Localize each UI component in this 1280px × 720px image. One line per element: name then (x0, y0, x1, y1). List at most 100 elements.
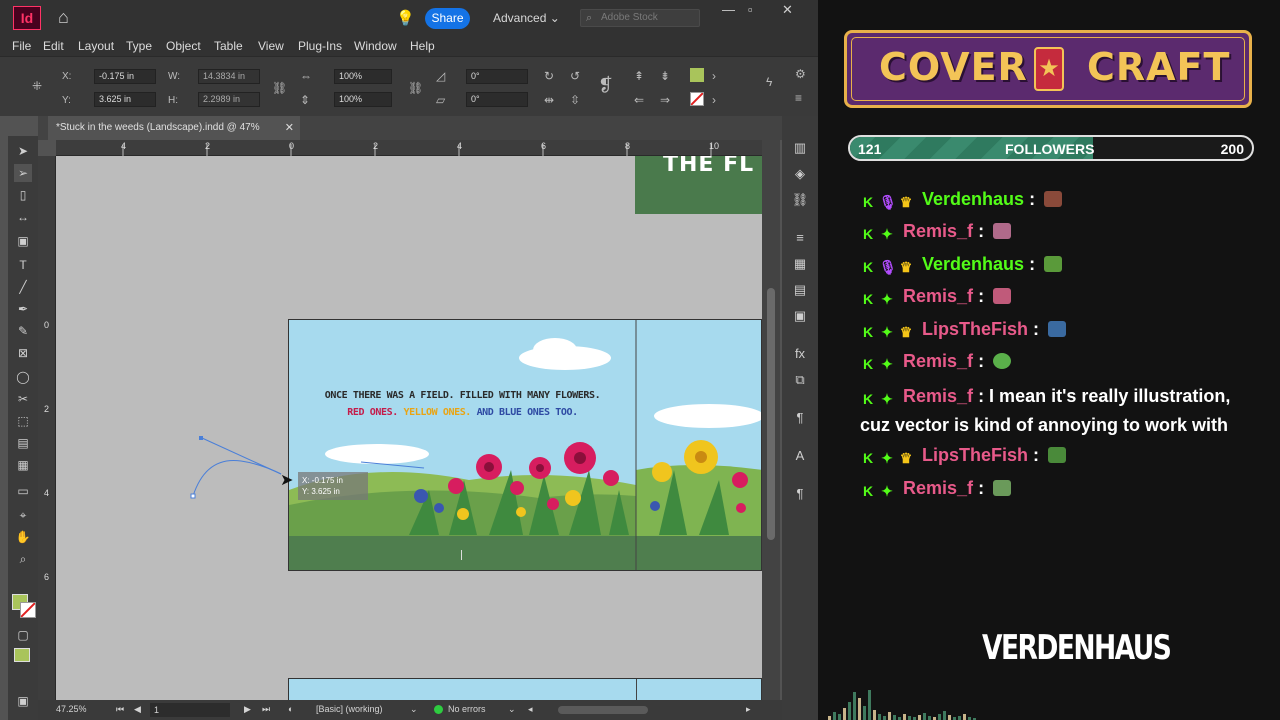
last-page-icon[interactable]: ⏭ (262, 704, 270, 715)
preflight-profile[interactable]: [Basic] (working) (316, 704, 383, 714)
y-field[interactable]: 3.625 in (94, 92, 156, 107)
gradient-swatch-tool-icon[interactable]: ▤ (14, 434, 32, 452)
screen-mode-icon[interactable]: ▣ (14, 692, 32, 710)
story-line-1[interactable]: ONCE THERE WAS A FIELD. FILLED WITH MANY… (289, 390, 636, 401)
flip-horizontal-icon[interactable]: ⇹ (544, 93, 554, 107)
shear-field[interactable]: 0° (466, 92, 528, 107)
select-previous-icon[interactable]: ⇐ (634, 93, 644, 107)
chevron-down-icon-2[interactable]: ⌄ (508, 704, 516, 715)
h-field[interactable]: 2.2989 in (198, 92, 260, 107)
scroll-right-icon[interactable]: ▸ (746, 704, 751, 715)
close-button[interactable]: ✕ (782, 2, 793, 18)
previous-spread[interactable]: THE FL (635, 156, 762, 214)
reference-point-icon[interactable]: ⁜ (32, 79, 42, 93)
document-tab[interactable]: *Stuck in the weeds (Landscape).indd @ 4… (48, 116, 300, 140)
cc-libraries-icon[interactable]: ▣ (789, 306, 811, 326)
menu-table[interactable]: Table (214, 39, 243, 53)
paragraph-panel-icon[interactable]: ¶ (789, 484, 811, 504)
minimize-button[interactable]: — (722, 2, 735, 17)
menu-object[interactable]: Object (166, 39, 201, 53)
constrain-proportions-icon[interactable]: ⛓ (272, 81, 287, 95)
rotate-ccw-icon[interactable]: ↺ (570, 69, 580, 83)
story-line-2[interactable]: RED ONES. YELLOW ONES. AND BLUE ONES TOO… (289, 407, 636, 418)
menu-window[interactable]: Window (354, 39, 397, 53)
share-button[interactable]: Share (425, 8, 470, 29)
scale-y-field[interactable]: 100% (334, 92, 392, 107)
select-content-icon[interactable]: ⇟ (660, 69, 670, 83)
prev-page-icon[interactable]: ◀ (134, 704, 141, 715)
lightbulb-icon[interactable]: 💡 (396, 9, 415, 27)
preflight-icon[interactable]: ◐ (288, 704, 293, 714)
zoom-tool-icon[interactable]: ⌕ (14, 550, 32, 568)
adobe-stock-search[interactable]: ⌕ Adobe Stock (580, 9, 700, 27)
line-tool-icon[interactable]: ╱ (14, 278, 32, 296)
workspace-switcher[interactable]: Advanced ⌄ (493, 11, 560, 25)
content-collector-icon[interactable]: ▣ (14, 232, 32, 250)
menu-plugins[interactable]: Plug-Ins (298, 39, 342, 53)
paragraph-styles-icon[interactable]: ¶ (789, 408, 811, 428)
stroke-color-swatch[interactable] (20, 602, 36, 618)
object-styles-icon[interactable]: ⧉ (789, 370, 811, 390)
select-container-icon[interactable]: ⇞ (634, 69, 644, 83)
fill-swatch[interactable] (690, 68, 704, 82)
pages-panel-icon[interactable]: ▥ (789, 138, 811, 158)
chevron-right-icon[interactable]: › (712, 69, 716, 83)
constrain-scale-icon[interactable]: ⛓ (408, 81, 423, 95)
page-tool-icon[interactable]: ▯ (14, 186, 32, 204)
rotate-field[interactable]: 0° (466, 69, 528, 84)
type-tool-icon[interactable]: T (14, 256, 32, 274)
maximize-button[interactable]: ▫ (748, 2, 753, 17)
menu-edit[interactable]: Edit (43, 39, 64, 53)
stroke-swatch[interactable] (690, 92, 704, 106)
scroll-left-icon[interactable]: ◂ (528, 704, 533, 715)
lightning-icon[interactable]: ϟ (766, 75, 772, 89)
menu-type[interactable]: Type (126, 39, 152, 53)
scale-x-field[interactable]: 100% (334, 69, 392, 84)
gradient-feather-tool-icon[interactable]: ▦ (14, 456, 32, 474)
direct-selection-tool-icon[interactable]: ➢ (14, 164, 32, 182)
scissors-tool-icon[interactable]: ✂ (14, 390, 32, 408)
hand-tool-icon[interactable]: ✋ (14, 528, 32, 546)
rotate-cw-icon[interactable]: ↻ (544, 69, 554, 83)
formatting-affects-container-icon[interactable]: ▢ (14, 626, 32, 644)
note-tool-icon[interactable]: ▭ (14, 482, 32, 500)
first-page-icon[interactable]: ⏮ (116, 704, 124, 715)
next-page-icon[interactable]: ▶ (244, 704, 251, 715)
selection-tool-icon[interactable]: ➤ (14, 142, 32, 160)
gear-icon[interactable]: ⚙ (795, 67, 806, 81)
stroke-panel-icon[interactable]: ≡ (789, 228, 811, 248)
zoom-level[interactable]: 47.25% (56, 704, 87, 714)
menu-help[interactable]: Help (410, 39, 435, 53)
pen-tool-icon[interactable]: ✒ (14, 300, 32, 318)
close-tab-icon[interactable]: ✕ (285, 116, 294, 140)
chevron-right-icon-2[interactable]: › (712, 93, 716, 107)
chevron-down-icon[interactable]: ⌄ (410, 704, 418, 715)
eyedropper-tool-icon[interactable]: ⌖ (14, 506, 32, 524)
x-field[interactable]: -0.175 in (94, 69, 156, 84)
scrollbar-thumb[interactable] (767, 288, 775, 540)
pasteboard[interactable]: THE FL ONCE THERE WAS A FIELD. FILLED WI… (56, 156, 762, 700)
menu-layout[interactable]: Layout (78, 39, 114, 53)
home-icon[interactable]: ⌂ (58, 8, 76, 26)
gap-tool-icon[interactable]: ↔ (14, 208, 32, 226)
page-spread[interactable]: ONCE THERE WAS A FIELD. FILLED WITH MANY… (288, 319, 762, 571)
character-styles-icon[interactable]: A (789, 446, 811, 466)
flip-vertical-icon[interactable]: ⇳ (570, 93, 580, 107)
next-spread[interactable] (288, 678, 762, 700)
panel-menu-icon[interactable]: ≡ (795, 91, 802, 105)
gradient-panel-icon[interactable]: ▤ (789, 280, 811, 300)
vertical-scrollbar[interactable] (762, 140, 780, 700)
free-transform-tool-icon[interactable]: ⬚ (14, 412, 32, 430)
swatches-panel-icon[interactable]: ▦ (789, 254, 811, 274)
apply-color-button[interactable] (14, 648, 30, 662)
page-number-field[interactable]: 1 (150, 703, 230, 717)
rectangle-frame-tool-icon[interactable]: ⊠ (14, 344, 32, 362)
ellipse-tool-icon[interactable]: ◯ (14, 368, 32, 386)
menu-file[interactable]: File (12, 39, 31, 53)
preflight-errors[interactable]: No errors (448, 704, 486, 714)
menu-view[interactable]: View (258, 39, 284, 53)
w-field[interactable]: 14.3834 in (198, 69, 260, 84)
horizontal-scrollbar-thumb[interactable] (558, 706, 648, 714)
text-frame-icon[interactable]: ❡ (598, 75, 613, 96)
links-panel-icon[interactable]: ⛓ (789, 190, 811, 210)
